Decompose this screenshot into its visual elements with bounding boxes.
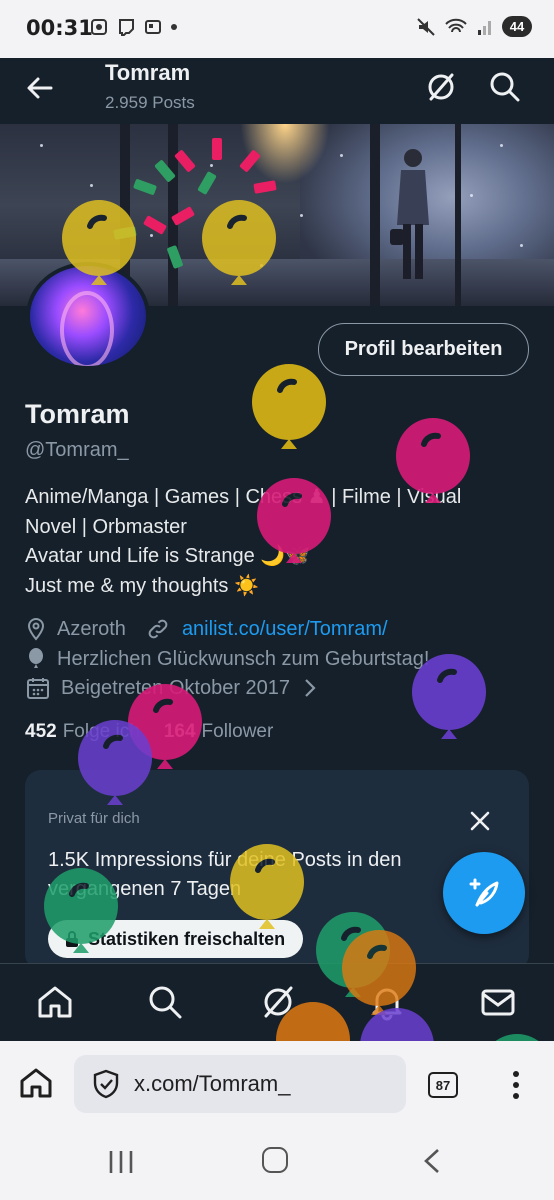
messages-icon[interactable] [478, 982, 518, 1022]
bio-line: Novel | Orbmaster [25, 515, 187, 538]
unlock-stats-button[interactable]: Statistiken freischalten [48, 920, 304, 958]
twitch-icon [119, 19, 134, 36]
card-label: Privat für dich [48, 810, 140, 827]
home-icon[interactable] [35, 982, 75, 1022]
joined-date: Beigetreten Oktober 2017 [61, 676, 291, 699]
clock: 00:31 [26, 16, 93, 40]
bio-line: Just me & my thoughts ☀️ [25, 574, 259, 597]
browser-toolbar: x.com/Tomram_ 87 [0, 1041, 554, 1129]
notifications-icon[interactable] [367, 982, 407, 1022]
home-button[interactable] [262, 1147, 288, 1173]
website-link[interactable]: anilist.co/user/Tomram/ [182, 618, 388, 641]
profile-meta-row: Azeroth anilist.co/user/Tomram/ [25, 617, 388, 641]
joined-row[interactable]: Beigetreten Oktober 2017 [25, 676, 330, 700]
news-icon [145, 20, 161, 34]
link-icon [148, 619, 168, 639]
bio-line: Avatar und Life is Strange 🌙🦋 [25, 545, 311, 567]
address-bar[interactable]: x.com/Tomram_ [74, 1055, 406, 1113]
followers-label[interactable]: Follower [202, 721, 274, 743]
notification-dot [171, 24, 177, 30]
followers-count[interactable]: 164 [164, 721, 196, 743]
card-headline: 1.5K Impressions für deine Posts in den … [48, 849, 402, 900]
home-icon[interactable] [18, 1065, 54, 1101]
following-count[interactable]: 452 [25, 721, 57, 743]
post-count: 2.959 Posts [105, 93, 195, 112]
search-icon[interactable] [145, 982, 185, 1022]
chevron-right-icon [305, 679, 316, 697]
birthday-text: Herzlichen Glückwunsch zum Geburtstag! [57, 647, 430, 670]
balloon-icon [29, 648, 43, 668]
profile-header: Tomram 2.959 Posts [0, 58, 554, 124]
url-text: x.com/Tomram_ [134, 1071, 291, 1096]
bottom-navigation [0, 963, 554, 1041]
more-icon[interactable] [506, 1067, 526, 1103]
following-label[interactable]: Folge ich [63, 721, 140, 743]
lock-icon [66, 931, 78, 947]
location-icon [27, 617, 45, 641]
username: @Tomram_ [25, 439, 129, 461]
grok-icon[interactable] [258, 982, 298, 1022]
header-title: Tomram [105, 60, 191, 85]
status-bar: 00:31 44 [0, 0, 554, 58]
display-name: Tomram [25, 399, 130, 429]
edit-profile-button[interactable]: Profil bearbeiten [318, 323, 529, 376]
back-icon[interactable] [420, 1147, 444, 1175]
system-navigation [0, 1129, 554, 1200]
shield-icon [93, 1069, 119, 1099]
birthday-row: Herzlichen Glückwunsch zum Geburtstag! [25, 647, 429, 671]
calendar-icon [27, 678, 49, 699]
bio: Anime/Manga | Games | Chess ♟ | Filme | … [25, 483, 525, 601]
back-arrow-icon[interactable] [24, 72, 56, 104]
signal-icon [478, 20, 491, 35]
balloon [252, 364, 326, 449]
unlock-stats-label: Statistiken freischalten [88, 928, 286, 949]
avatar[interactable] [26, 262, 150, 370]
compose-feather-icon [469, 878, 499, 907]
compose-button[interactable] [443, 852, 525, 934]
wifi-icon [445, 18, 467, 32]
tab-counter[interactable]: 87 [428, 1072, 458, 1098]
screenshot-icon [91, 19, 107, 35]
location: Azeroth [57, 617, 126, 640]
grok-icon[interactable] [424, 70, 458, 104]
banner-figure [390, 149, 429, 279]
bio-line: Anime/Manga | Games | Chess ♟ | Filme | … [25, 486, 462, 508]
follow-stats: 452 Folge ich 164 Follower [25, 721, 273, 743]
recent-apps-icon[interactable] [106, 1149, 136, 1175]
battery-indicator: 44 [502, 16, 532, 37]
search-icon[interactable] [488, 70, 522, 104]
close-icon[interactable] [465, 806, 495, 836]
mute-icon [417, 17, 435, 36]
